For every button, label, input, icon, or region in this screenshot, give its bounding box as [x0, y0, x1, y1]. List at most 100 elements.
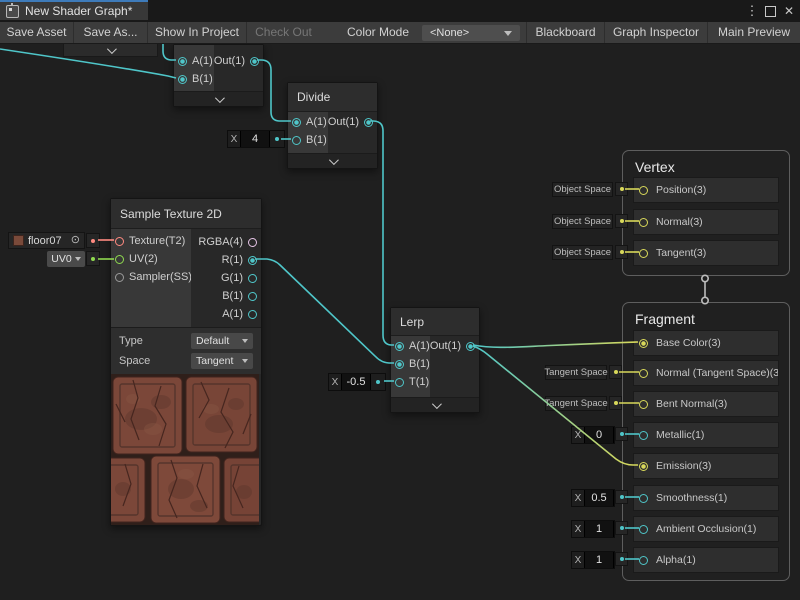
fragment-row-normal-ts[interactable]: Normal (Tangent Space)(3)	[633, 360, 779, 386]
port-metallic[interactable]	[639, 431, 648, 440]
alpha-value-field[interactable]: X 1	[571, 551, 615, 569]
node-sample-texture-header[interactable]: Sample Texture 2D	[111, 199, 261, 229]
port-smoothness[interactable]	[639, 494, 648, 503]
port-a-output[interactable]	[248, 310, 257, 319]
space-select[interactable]: Tangent	[191, 353, 253, 369]
fragment-row-smoothness[interactable]: Smoothness(1)	[633, 485, 779, 511]
fragment-context-block[interactable]: Fragment Base Color(3) Normal (Tangent S…	[622, 302, 790, 581]
lerp-t-value-input[interactable]: -0.5	[341, 374, 371, 390]
node-sample-texture-2d[interactable]: Sample Texture 2D Texture(T2) UV(2) Samp…	[110, 198, 262, 526]
vertex-title: Vertex	[635, 159, 789, 175]
port-t-input[interactable]	[395, 378, 404, 387]
chevron-down-icon	[242, 359, 248, 363]
port-b-input[interactable]	[292, 136, 301, 145]
port-a-input[interactable]	[178, 57, 187, 66]
fragment-row-base-color[interactable]: Base Color(3)	[633, 330, 779, 356]
lerp-t-value-field[interactable]: X -0.5	[328, 373, 386, 391]
ambient-occlusion-value-field[interactable]: X 1	[571, 520, 615, 538]
fragment-row-emission[interactable]: Emission(3)	[633, 453, 779, 479]
port-b-label: B(1)	[192, 73, 213, 85]
type-select[interactable]: Default	[191, 333, 253, 349]
node-lerp[interactable]: Lerp A(1) B(1) T(1) Out(1)	[390, 307, 480, 413]
port-out[interactable]	[364, 118, 373, 127]
wire-r-to-lerp-b	[255, 259, 394, 363]
node-lerp-header[interactable]: Lerp	[391, 308, 479, 336]
port-a-input[interactable]	[292, 118, 301, 127]
node-expander[interactable]	[391, 397, 479, 412]
check-out-button: Check Out	[247, 22, 320, 43]
port-uv-input[interactable]	[115, 255, 124, 264]
position-space-binding: Object Space	[552, 182, 613, 197]
vertex-row-tangent[interactable]: Tangent(3)	[633, 240, 779, 266]
fragment-row-ambient-occlusion[interactable]: Ambient Occlusion(1)	[633, 516, 779, 542]
node-expander[interactable]	[288, 153, 377, 168]
divide-b-value-input[interactable]: 4	[240, 131, 270, 147]
vertex-row-position[interactable]: Position(3)	[633, 177, 779, 203]
graph-toolbar: Save Asset Save As... Show In Project Ch…	[0, 22, 800, 44]
port-ambient-occlusion[interactable]	[639, 525, 648, 534]
node-sample-texture-title: Sample Texture 2D	[120, 207, 222, 221]
collapsed-node-expander[interactable]	[63, 43, 158, 57]
vertex-row-normal[interactable]: Normal(3)	[633, 209, 779, 235]
smoothness-value-input[interactable]: 0.5	[584, 490, 614, 506]
object-picker-icon[interactable]: ⊙	[71, 235, 80, 246]
title-bar: New Shader Graph* ⋮ ✕	[0, 0, 800, 22]
port-b-input[interactable]	[395, 360, 404, 369]
fragment-row-bent-normal[interactable]: Bent Normal(3)	[633, 391, 779, 417]
color-mode-select[interactable]: <None>	[422, 25, 520, 41]
x-component-label: X	[572, 521, 584, 537]
port-a-input[interactable]	[395, 342, 404, 351]
texture-object-field[interactable]: floor07 ⊙	[8, 232, 85, 249]
normal-ts-label: Normal (Tangent Space)(3)	[656, 367, 779, 379]
port-texture-input[interactable]	[115, 237, 124, 246]
main-preview-button[interactable]: Main Preview	[708, 22, 800, 43]
node-expander[interactable]	[174, 91, 263, 106]
port-out[interactable]	[250, 57, 259, 66]
port-b-input[interactable]	[178, 75, 187, 84]
port-b-output[interactable]	[248, 292, 257, 301]
close-icon[interactable]: ✕	[782, 4, 796, 18]
texture-field-value: floor07	[28, 235, 67, 247]
value-connector	[615, 490, 628, 504]
uv-channel-select[interactable]: UV0	[47, 251, 85, 267]
value-connector	[615, 521, 628, 535]
port-r-output[interactable]	[248, 256, 257, 265]
node-add-partial[interactable]: A(1) B(1) Out(1)	[173, 44, 264, 107]
port-normal-ts[interactable]	[639, 369, 648, 378]
alpha-value-input[interactable]: 1	[584, 552, 614, 568]
fragment-row-metallic[interactable]: Metallic(1)	[633, 422, 779, 448]
maximize-icon[interactable]	[765, 6, 776, 17]
save-asset-button[interactable]: Save Asset	[0, 22, 74, 43]
metallic-value-input[interactable]: 0	[584, 427, 614, 443]
divide-b-value-field[interactable]: X 4	[227, 130, 285, 148]
port-b-label: B(1)	[306, 134, 327, 146]
graph-inspector-button[interactable]: Graph Inspector	[605, 22, 708, 43]
value-connector	[615, 552, 628, 566]
port-tangent[interactable]	[639, 249, 648, 258]
x-component-label: X	[329, 374, 341, 390]
ambient-occlusion-value-input[interactable]: 1	[584, 521, 614, 537]
port-g-output[interactable]	[248, 274, 257, 283]
port-rgba-output[interactable]	[248, 238, 257, 247]
port-a-label: A(1)	[222, 308, 243, 320]
fragment-row-alpha[interactable]: Alpha(1)	[633, 547, 779, 573]
blackboard-button[interactable]: Blackboard	[526, 22, 605, 43]
port-normal[interactable]	[639, 218, 648, 227]
port-base-color[interactable]	[639, 339, 648, 348]
port-emission[interactable]	[639, 462, 648, 471]
node-divide-header[interactable]: Divide	[288, 83, 377, 112]
port-out-label: Out(1)	[328, 116, 359, 128]
port-position[interactable]	[639, 186, 648, 195]
metallic-value-field[interactable]: X 0	[571, 426, 615, 444]
window-menu-icon[interactable]: ⋮	[745, 3, 759, 19]
save-as-button[interactable]: Save As...	[74, 22, 148, 43]
port-bent-normal[interactable]	[639, 400, 648, 409]
vertex-context-block[interactable]: Vertex Position(3) Normal(3) Tangent(3)	[622, 150, 790, 276]
port-alpha[interactable]	[639, 556, 648, 565]
smoothness-value-field[interactable]: X 0.5	[571, 489, 615, 507]
port-sampler-input[interactable]	[115, 273, 124, 282]
show-in-project-button[interactable]: Show In Project	[148, 22, 247, 43]
port-out[interactable]	[466, 342, 475, 351]
node-divide[interactable]: Divide A(1) B(1) Out(1)	[287, 82, 378, 169]
tab-new-shader-graph[interactable]: New Shader Graph*	[0, 0, 148, 20]
